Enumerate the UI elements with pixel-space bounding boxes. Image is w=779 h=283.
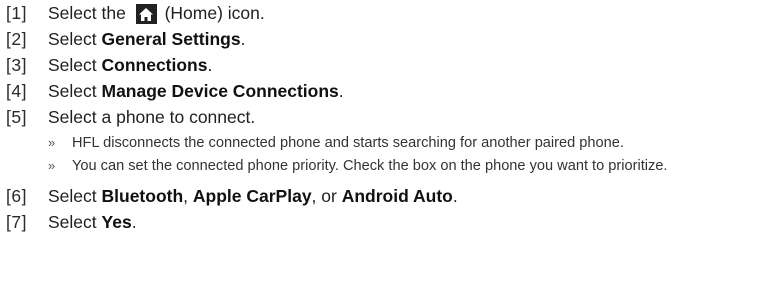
note-marker: »: [48, 158, 56, 173]
step-number: [1]: [6, 3, 27, 23]
step-text-pre: Select: [48, 29, 102, 49]
menu-name-general-settings: General Settings: [101, 29, 241, 49]
step-text: Select the (Home) icon.: [48, 0, 265, 26]
note-marker: »: [48, 135, 56, 150]
option-yes: Yes: [101, 212, 132, 232]
option-bluetooth: Bluetooth: [101, 186, 184, 206]
note-item: » You can set the connected phone priori…: [48, 156, 776, 176]
step-text-pre: Select: [48, 186, 102, 206]
step-1: [1] Select the (Home) icon.: [6, 0, 776, 26]
step-text-post: .: [131, 212, 137, 232]
note-item: » HFL disconnects the connected phone an…: [48, 133, 776, 153]
step-text: Select General Settings.: [48, 26, 245, 52]
step-6: [6] Select Bluetooth, Apple CarPlay, or …: [6, 183, 776, 209]
step-text-post: (Home) icon.: [159, 3, 265, 23]
home-icon: [135, 4, 157, 25]
step-number: [6]: [6, 186, 27, 206]
step-text-pre: Select: [48, 55, 102, 75]
option-apple-carplay: Apple CarPlay: [192, 186, 312, 206]
step-7: [7] Select Yes.: [6, 209, 776, 235]
step-text-post: .: [338, 81, 344, 101]
step-text: Select Connections.: [48, 52, 212, 78]
step-text-pre: Select the: [48, 3, 131, 23]
step-5-notes: » HFL disconnects the connected phone an…: [48, 130, 776, 183]
note-text: HFL disconnects the connected phone and …: [72, 135, 624, 151]
step-2: [2] Select General Settings.: [6, 26, 776, 52]
step-text-pre: Select: [48, 212, 102, 232]
step-text: Select a phone to connect.: [48, 107, 256, 127]
step-5: [5] Select a phone to connect.: [6, 104, 776, 130]
step-4: [4] Select Manage Device Connections.: [6, 78, 776, 104]
menu-name-manage-device-connections: Manage Device Connections: [101, 81, 339, 101]
step-number: [4]: [6, 81, 27, 101]
step-text: Select Yes.: [48, 209, 137, 235]
step-3: [3] Select Connections.: [6, 52, 776, 78]
step-number: [5]: [6, 107, 27, 127]
step-number: [3]: [6, 55, 27, 75]
step-text-post: .: [452, 186, 458, 206]
note-text: You can set the connected phone priority…: [72, 158, 668, 174]
instruction-steps: [1] Select the (Home) icon. [2] Select G…: [6, 0, 776, 235]
step-text: Select Manage Device Connections.: [48, 78, 344, 104]
step-text-pre: Select: [48, 81, 102, 101]
step-text-post: .: [207, 55, 213, 75]
step-text: Select Bluetooth, Apple CarPlay, or Andr…: [48, 183, 458, 209]
step-number: [7]: [6, 212, 27, 232]
step-text-separator: , or: [311, 186, 342, 206]
step-number: [2]: [6, 29, 27, 49]
step-text-post: .: [240, 29, 246, 49]
menu-name-connections: Connections: [101, 55, 208, 75]
step-text-separator: ,: [183, 186, 193, 206]
option-android-auto: Android Auto: [341, 186, 453, 206]
